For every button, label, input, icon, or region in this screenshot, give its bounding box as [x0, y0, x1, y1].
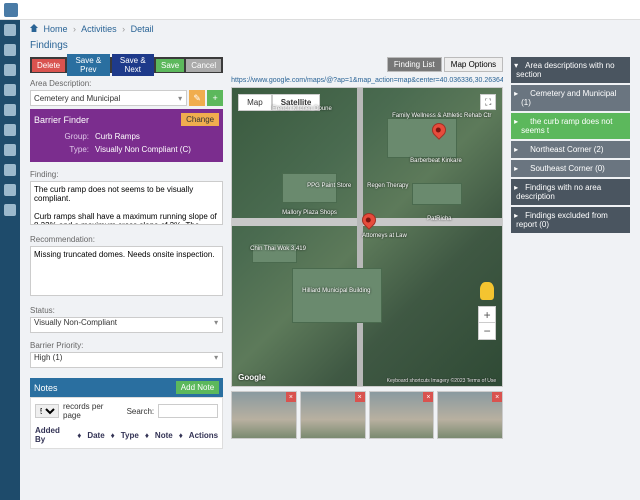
- barrier-change-button[interactable]: Change: [181, 113, 219, 126]
- crumb-detail[interactable]: Detail: [131, 24, 154, 34]
- panel-item-cemetery[interactable]: Cemetery and Municipal (1): [511, 85, 630, 111]
- app-logo: [4, 3, 18, 17]
- photo-thumb[interactable]: ×: [231, 391, 297, 439]
- crumb-home[interactable]: Home: [44, 24, 68, 34]
- nav-icon[interactable]: [4, 164, 16, 176]
- left-nav-sidebar: [0, 20, 20, 500]
- notes-table-header: Added By♦ Date♦ Type♦ Note♦ Actions: [35, 426, 218, 444]
- panel-item-southeast[interactable]: Southeast Corner (0): [511, 160, 630, 177]
- notes-search-input[interactable]: [158, 404, 218, 418]
- top-bar: [0, 0, 640, 20]
- barrier-finder-title: Barrier Finder: [34, 115, 89, 125]
- home-icon[interactable]: [30, 24, 38, 32]
- breadcrumb: Home › Activities › Detail: [20, 20, 640, 38]
- main-area: Home › Activities › Detail Findings Dele…: [20, 20, 640, 500]
- finding-label: Finding:: [30, 170, 223, 179]
- nav-icon[interactable]: [4, 84, 16, 96]
- panel-findings-no-area[interactable]: Findings with no area description: [511, 179, 630, 205]
- cancel-button[interactable]: Cancel: [186, 59, 221, 72]
- zoom-out-button[interactable]: −: [479, 323, 495, 339]
- map-options-tab[interactable]: Map Options: [444, 57, 503, 72]
- pegman-icon[interactable]: [480, 282, 494, 300]
- zoom-in-button[interactable]: +: [479, 307, 495, 323]
- action-bar: Delete Save & Prev Save & Next Save Canc…: [30, 57, 223, 73]
- records-per-page-select[interactable]: 5: [35, 404, 59, 418]
- save-prev-button[interactable]: Save & Prev: [67, 54, 109, 76]
- finding-textarea[interactable]: The curb ramp does not seems to be visua…: [30, 181, 223, 225]
- recommendation-label: Recommendation:: [30, 235, 223, 244]
- area-add-button[interactable]: +: [207, 90, 223, 106]
- fullscreen-icon[interactable]: ⛶: [480, 94, 496, 110]
- notes-title: Notes: [34, 383, 58, 393]
- map-view[interactable]: Map Satellite ⛶ French Kitchen Doune Fam…: [231, 87, 503, 387]
- save-next-button[interactable]: Save & Next: [112, 54, 154, 76]
- add-note-button[interactable]: Add Note: [176, 381, 219, 394]
- thumb-delete-icon[interactable]: ×: [492, 392, 502, 402]
- thumb-delete-icon[interactable]: ×: [355, 392, 365, 402]
- left-panel: Delete Save & Prev Save & Next Save Canc…: [30, 57, 223, 449]
- nav-icon[interactable]: [4, 204, 16, 216]
- photo-thumb[interactable]: ×: [300, 391, 366, 439]
- nav-icon[interactable]: [4, 44, 16, 56]
- panel-findings-excluded[interactable]: Findings excluded from report (0): [511, 207, 630, 233]
- area-edit-button[interactable]: ✎: [189, 90, 205, 106]
- middle-panel: Finding List Map Options https://www.goo…: [231, 57, 503, 449]
- panel-item-curb-ramp[interactable]: the curb ramp does not seems t: [511, 113, 630, 139]
- photo-thumbnails: × × × ×: [231, 391, 503, 439]
- map-attribution: Keyboard shortcuts Imagery ©2023 Terms o…: [387, 378, 496, 384]
- finding-list-tab[interactable]: Finding List: [387, 57, 442, 72]
- nav-icon[interactable]: [4, 144, 16, 156]
- priority-select[interactable]: High (1): [30, 352, 223, 368]
- save-button[interactable]: Save: [156, 59, 184, 72]
- panel-area-no-section[interactable]: Area descriptions with no section: [511, 57, 630, 83]
- notes-header: Notes Add Note: [30, 378, 223, 397]
- nav-icon[interactable]: [4, 24, 16, 36]
- nav-icon[interactable]: [4, 124, 16, 136]
- thumb-delete-icon[interactable]: ×: [423, 392, 433, 402]
- crumb-activities[interactable]: Activities: [81, 24, 117, 34]
- delete-button[interactable]: Delete: [32, 59, 65, 72]
- thumb-delete-icon[interactable]: ×: [286, 392, 296, 402]
- nav-icon[interactable]: [4, 184, 16, 196]
- nav-icon[interactable]: [4, 64, 16, 76]
- map-url: https://www.google.com/maps/@?ap=1&map_a…: [231, 75, 503, 85]
- priority-label: Barrier Priority:: [30, 341, 223, 350]
- area-description-select[interactable]: Cemetery and Municipal: [30, 90, 187, 106]
- photo-thumb[interactable]: ×: [437, 391, 503, 439]
- map-tab-map[interactable]: Map: [238, 94, 272, 111]
- recommendation-textarea[interactable]: Missing truncated domes. Needs onsite in…: [30, 246, 223, 296]
- panel-item-northeast[interactable]: Northeast Corner (2): [511, 141, 630, 158]
- status-select[interactable]: Visually Non-Compliant: [30, 317, 223, 333]
- notes-body: 5 records per page Search: Added By♦ Dat…: [30, 397, 223, 449]
- barrier-finder-panel: Barrier Finder Change Group:Curb Ramps T…: [30, 109, 223, 162]
- photo-thumb[interactable]: ×: [369, 391, 435, 439]
- area-description-label: Area Description:: [30, 79, 223, 88]
- barrier-group-value: Curb Ramps: [95, 132, 140, 141]
- nav-icon[interactable]: [4, 104, 16, 116]
- google-logo: Google: [238, 373, 266, 382]
- zoom-controls: + −: [478, 306, 496, 340]
- barrier-type-value: Visually Non Compliant (C): [95, 145, 191, 154]
- status-label: Status:: [30, 306, 223, 315]
- right-panel: Area descriptions with no section Cemete…: [511, 57, 630, 449]
